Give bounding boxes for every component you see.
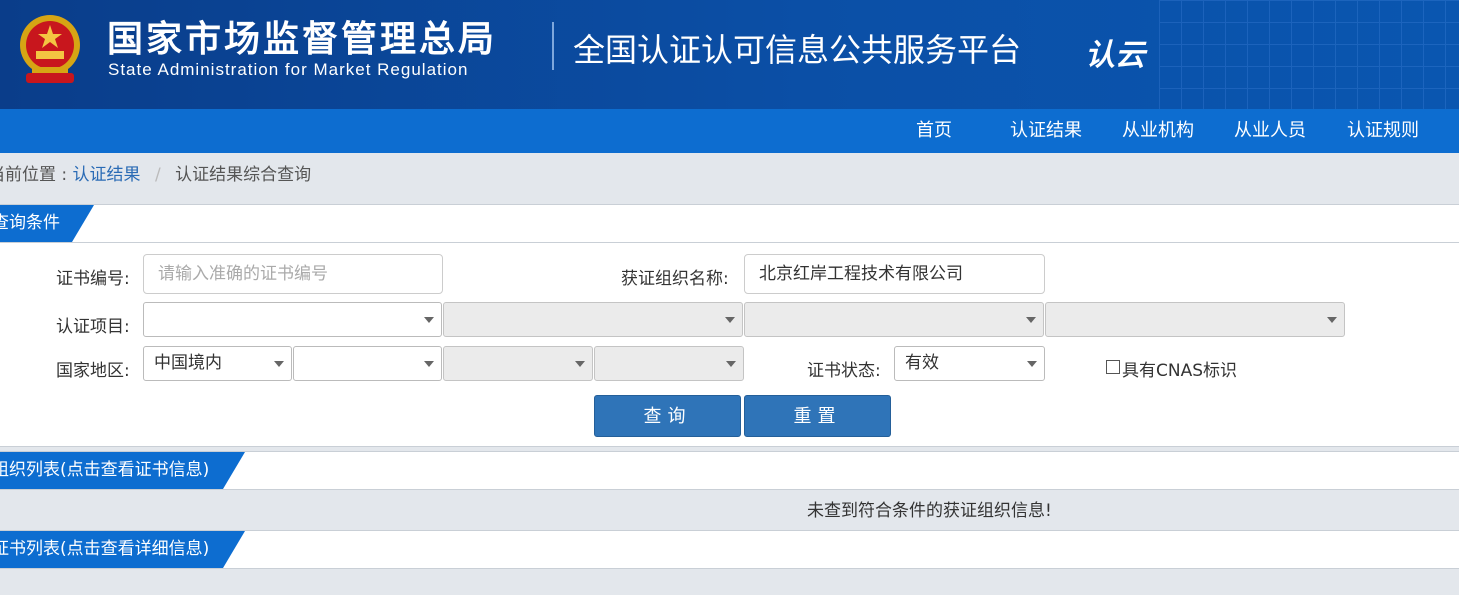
project-select-3: [744, 302, 1044, 337]
main-nav: 首页 认证结果 从业机构 从业人员 认证规则: [0, 109, 1459, 153]
checkbox-icon[interactable]: [1106, 360, 1120, 374]
project-select-4: [1045, 302, 1345, 337]
project-select-2: [443, 302, 743, 337]
chevron-down-icon: [725, 317, 735, 323]
nav-item-rules[interactable]: 认证规则: [1347, 109, 1419, 153]
chevron-down-icon: [1026, 317, 1036, 323]
project-label: 认证项目:: [56, 317, 130, 337]
status-select-value: 有效: [905, 353, 939, 373]
breadcrumb-current: 认证结果综合查询: [175, 165, 312, 185]
org-name-en: State Administration for Market Regulati…: [108, 60, 469, 79]
region-select-4: [594, 346, 744, 381]
header-decoration: [1159, 0, 1459, 109]
cert-no-label: 证书编号:: [56, 269, 130, 289]
chevron-down-icon: [575, 361, 585, 367]
breadcrumb-separator: /: [154, 165, 161, 185]
org-name-cn: 国家市场监督管理总局: [107, 19, 498, 60]
cert-list-title: 证书列表(点击查看详细信息): [0, 531, 245, 568]
org-name-input[interactable]: 北京红岸工程技术有限公司: [744, 254, 1045, 294]
cnas-label: 具有CNAS标识: [1122, 361, 1238, 381]
breadcrumb-prefix: 当前位置 :: [0, 165, 68, 185]
region-select-3: [443, 346, 593, 381]
nav-item-personnel[interactable]: 从业人员: [1234, 109, 1306, 153]
status-label: 证书状态:: [807, 361, 881, 381]
brand-logo: 认云: [1085, 38, 1145, 73]
nav-item-institutions[interactable]: 从业机构: [1122, 109, 1194, 153]
site-header: 国家市场监督管理总局 State Administration for Mark…: [0, 0, 1459, 109]
cnas-checkbox[interactable]: 具有CNAS标识: [1106, 356, 1237, 381]
query-title-line: [0, 242, 1459, 243]
breadcrumb: 当前位置 : 认证结果 / 认证结果综合查询: [0, 153, 1459, 203]
org-list-panel: 组织列表(点击查看证书信息): [0, 451, 1459, 490]
region-select-2[interactable]: [293, 346, 442, 381]
cert-no-input[interactable]: [143, 254, 443, 294]
search-button[interactable]: 查询: [594, 395, 741, 437]
query-title: 查询条件: [0, 205, 94, 242]
nav-item-cert-results[interactable]: 认证结果: [1010, 109, 1082, 153]
chevron-down-icon: [424, 361, 434, 367]
header-divider: [552, 22, 554, 70]
platform-title: 全国认证认可信息公共服务平台: [573, 31, 1022, 69]
cert-list-panel: 证书列表(点击查看详细信息): [0, 530, 1459, 569]
org-name-label: 获证组织名称:: [621, 269, 729, 289]
national-emblem-icon: [20, 15, 80, 83]
org-list-empty-message: 未查到符合条件的获证组织信息!: [807, 501, 1052, 521]
region-select-1[interactable]: 中国境内: [143, 346, 292, 381]
chevron-down-icon: [424, 317, 434, 323]
region-label: 国家地区:: [56, 361, 130, 381]
nav-item-home[interactable]: 首页: [916, 109, 952, 153]
chevron-down-icon: [1327, 317, 1337, 323]
org-list-empty-row: 未查到符合条件的获证组织信息!: [0, 493, 1459, 530]
chevron-down-icon: [274, 361, 284, 367]
chevron-down-icon: [726, 361, 736, 367]
breadcrumb-link[interactable]: 认证结果: [73, 165, 141, 185]
region-select-value: 中国境内: [154, 353, 222, 373]
org-list-title: 组织列表(点击查看证书信息): [0, 452, 245, 489]
status-select[interactable]: 有效: [894, 346, 1045, 381]
chevron-down-icon: [1027, 361, 1037, 367]
project-select-1[interactable]: [143, 302, 442, 337]
reset-button[interactable]: 重置: [744, 395, 891, 437]
